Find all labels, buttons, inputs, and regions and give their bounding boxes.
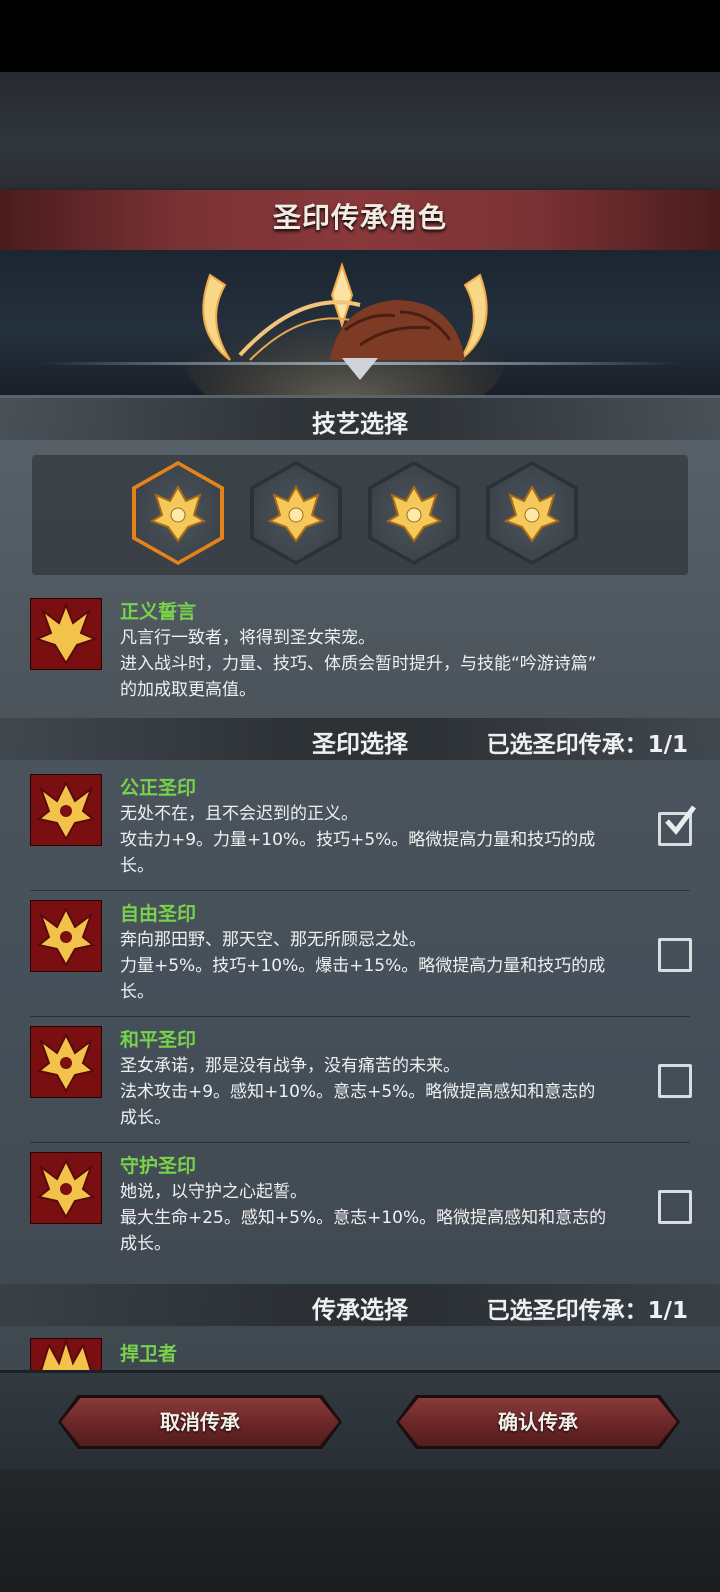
- skill-option-4[interactable]: [486, 461, 578, 565]
- title-bar: 圣印传承角色: [0, 190, 720, 252]
- seal-checkbox-justice[interactable]: [658, 805, 696, 846]
- crest-icon: [267, 484, 325, 543]
- crest-icon: [385, 484, 443, 543]
- seal-checkbox-guardian[interactable]: [658, 1190, 692, 1224]
- seal-icon-freedom: [30, 900, 102, 972]
- background-scene: [0, 72, 720, 192]
- inherit-selected-count: 已选圣印传承：1/1: [486, 1298, 688, 1324]
- seal-name-peace: 和平圣印: [120, 1029, 197, 1051]
- crest-icon: [503, 484, 561, 543]
- seal-description-freedom: 奔向那田野、那天空、那无所顾忌之处。 力量+5%。技巧+10%。爆击+15%。略…: [120, 930, 606, 1002]
- skill-detail-icon: [30, 598, 102, 670]
- seal-description-justice: 无处不在，且不会迟到的正义。 攻击力+9。力量+10%。技巧+5%。略微提高力量…: [120, 804, 596, 876]
- seal-description-peace: 圣女承诺，那是没有战争，没有痛苦的未来。 法术攻击+9。感知+10%。意志+5%…: [120, 1056, 596, 1128]
- inherit-icon-defender: [30, 1338, 102, 1372]
- page-title: 圣印传承角色: [272, 201, 447, 234]
- seal-icon-guardian: [30, 1152, 102, 1224]
- checkmark-icon: [665, 805, 696, 835]
- status-bar-area: [0, 0, 720, 72]
- background-scene-bottom: [0, 1470, 720, 1592]
- confirm-inherit-button[interactable]: 确认传承: [396, 1395, 680, 1449]
- skill-name: 正义誓言: [120, 601, 197, 623]
- seal-name-freedom: 自由圣印: [120, 903, 197, 925]
- inherit-name-defender[interactable]: 捍卫者: [120, 1339, 177, 1366]
- seal-name-justice: 公正圣印: [120, 777, 197, 799]
- seal-name-guardian: 守护圣印: [120, 1155, 197, 1177]
- skill-option-3[interactable]: [368, 461, 460, 565]
- seal-checkbox-freedom[interactable]: [658, 938, 692, 972]
- skill-option-1[interactable]: [132, 461, 224, 565]
- skill-option-2[interactable]: [250, 461, 342, 565]
- seal-checkbox-peace[interactable]: [658, 1064, 692, 1098]
- seal-icon-peace: [30, 1026, 102, 1098]
- seal-selected-count: 已选圣印传承：1/1: [486, 732, 688, 758]
- expand-arrow-icon[interactable]: [342, 358, 378, 380]
- crest-icon: [149, 484, 207, 543]
- hero-portrait-banner: [0, 250, 720, 395]
- skill-section-title: 技艺选择: [312, 410, 408, 438]
- skill-selector: [32, 455, 688, 575]
- skill-description: 凡言行一致者，将得到圣女荣宠。 进入战斗时，力量、技巧、体质会暂时提升，与技能“…: [120, 628, 597, 700]
- seal-icon-justice: [30, 774, 102, 846]
- seal-description-guardian: 她说，以守护之心起誓。 最大生命+25。感知+5%。意志+10%。略微提高感知和…: [120, 1182, 607, 1254]
- cancel-inherit-button[interactable]: 取消传承: [58, 1395, 342, 1449]
